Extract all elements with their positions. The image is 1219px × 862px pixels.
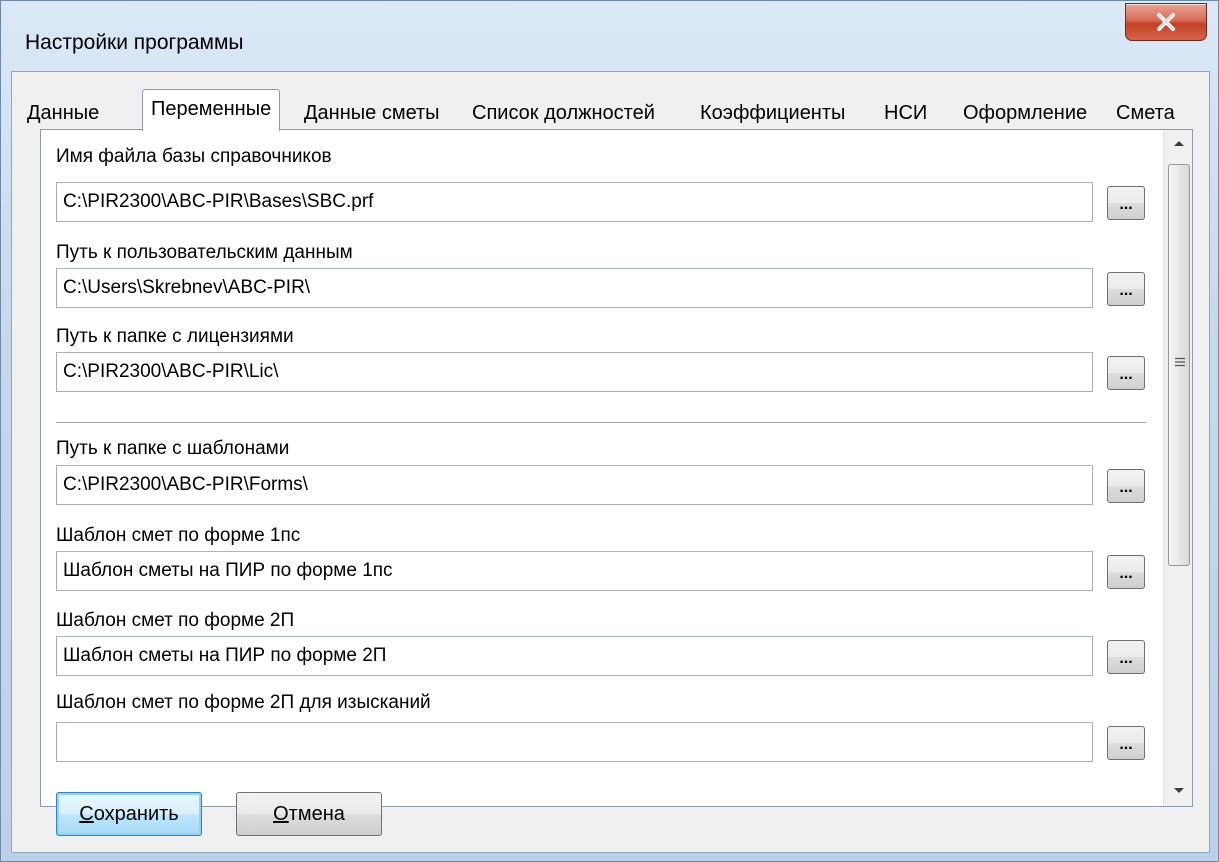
template-2p-field[interactable]	[56, 636, 1093, 676]
template-1ps-field[interactable]	[56, 551, 1093, 591]
tab-estimate-data[interactable]: Данные сметы	[304, 96, 440, 130]
tab-estimate[interactable]: Смета	[1116, 96, 1175, 130]
field-label-user-data: Путь к пользовательским данным	[56, 242, 353, 263]
browse-button-user-data[interactable]: ...	[1107, 272, 1145, 306]
save-mnemonic: С	[79, 802, 94, 825]
tab-variables[interactable]: Переменные	[142, 89, 281, 131]
grip-icon	[1175, 357, 1185, 367]
scroll-down-button[interactable]	[1164, 776, 1192, 806]
variables-panel: Имя файла базы справочников ... Путь к п…	[40, 129, 1193, 807]
window-title: Настройки программы	[25, 31, 244, 54]
save-label-rest: охранить	[93, 802, 179, 825]
browse-button-templates[interactable]: ...	[1107, 469, 1145, 503]
templates-path-field[interactable]	[56, 465, 1093, 505]
field-label-template-2p: Шаблон смет по форме 2П	[56, 610, 295, 631]
title-bar[interactable]: Настройки программы	[1, 1, 1219, 71]
field-label-licenses: Путь к папке с лицензиями	[56, 326, 294, 347]
browse-button-reference-db[interactable]: ...	[1107, 186, 1145, 220]
dialog-client-area: Данные Переменные Данные сметы Список до…	[11, 71, 1210, 853]
tab-strip: Данные Переменные Данные сметы Список до…	[12, 86, 1211, 131]
save-button[interactable]: Сохранить	[56, 792, 202, 836]
settings-dialog: Настройки программы Данные Переменные Да…	[0, 0, 1219, 862]
licenses-path-field[interactable]	[56, 352, 1093, 392]
tab-coefficients[interactable]: Коэффициенты	[700, 96, 845, 130]
field-label-reference-db: Имя файла базы справочников	[56, 146, 332, 167]
field-label-template-2p-surveys: Шаблон смет по форме 2П для изысканий	[56, 692, 431, 713]
scrollbar-thumb[interactable]	[1168, 164, 1190, 566]
vertical-scrollbar[interactable]	[1163, 130, 1192, 806]
browse-button-template-2p-surveys[interactable]: ...	[1107, 726, 1145, 760]
browse-button-template-2p[interactable]: ...	[1107, 640, 1145, 674]
field-label-templates: Путь к папке с шаблонами	[56, 438, 290, 459]
close-button[interactable]	[1125, 3, 1207, 41]
template-2p-surveys-field[interactable]	[56, 722, 1093, 762]
tab-data[interactable]: Данные	[27, 96, 99, 130]
close-icon	[1157, 13, 1175, 31]
cancel-label-rest: тмена	[288, 802, 345, 825]
scroll-down-arrow-icon	[1174, 788, 1184, 793]
field-label-template-1ps: Шаблон смет по форме 1пс	[56, 525, 301, 546]
cancel-button[interactable]: Отмена	[236, 792, 382, 836]
browse-button-template-1ps[interactable]: ...	[1107, 555, 1145, 589]
scroll-up-button[interactable]	[1164, 130, 1192, 160]
tab-design[interactable]: Оформление	[963, 96, 1087, 130]
cancel-mnemonic: О	[273, 802, 289, 825]
scroll-up-arrow-icon	[1174, 141, 1184, 146]
tab-nsi[interactable]: НСИ	[884, 96, 927, 130]
section-separator	[56, 422, 1146, 424]
user-data-path-field[interactable]	[56, 268, 1093, 308]
browse-button-licenses[interactable]: ...	[1107, 356, 1145, 390]
tab-positions-list[interactable]: Список должностей	[472, 96, 655, 130]
reference-db-path-field[interactable]	[56, 182, 1093, 222]
